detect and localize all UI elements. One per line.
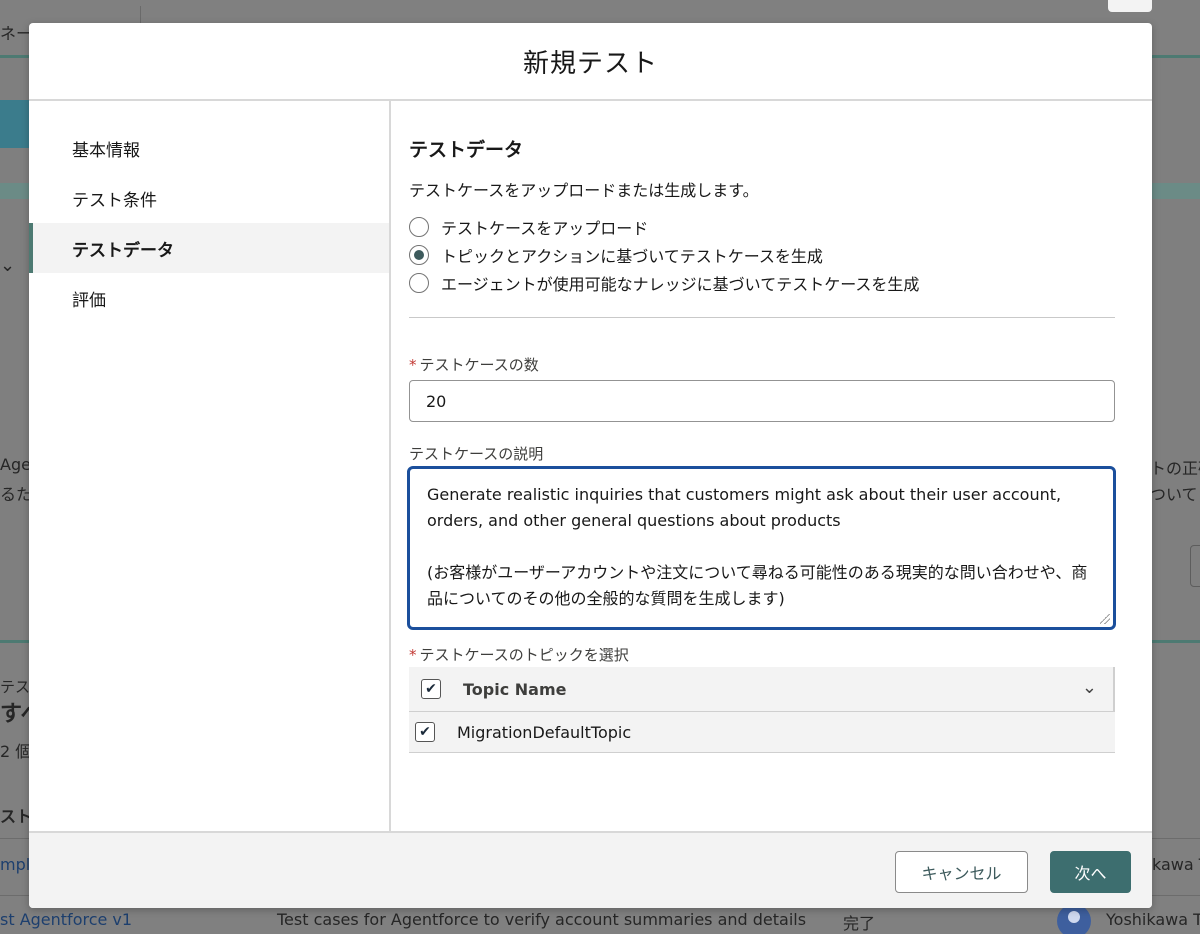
column-header-topic-name: Topic Name bbox=[463, 679, 567, 699]
chevron-down-icon[interactable]: ⌄ bbox=[1082, 677, 1097, 698]
next-button[interactable]: 次へ bbox=[1050, 851, 1131, 893]
section-description: テストケースをアップロードまたは生成します。 bbox=[409, 181, 759, 200]
step-sidebar: 基本情報 テスト条件 テストデータ 評価 bbox=[29, 101, 391, 831]
radio-label: トピックとアクションに基づいてテストケースを生成 bbox=[441, 247, 823, 266]
radio-upload-test-cases[interactable]: テストケースをアップロード bbox=[409, 213, 919, 241]
nav-item-label: テスト条件 bbox=[72, 190, 157, 211]
avatar bbox=[1057, 904, 1091, 934]
radio-label: テストケースをアップロード bbox=[441, 219, 649, 238]
modal-title: 新規テスト bbox=[522, 48, 658, 79]
field-label-text: テストケースのトピックを選択 bbox=[419, 646, 629, 664]
generation-method-radio-group: テストケースをアップロード トピックとアクションに基づいてテストケースを生成 エ… bbox=[409, 213, 919, 297]
topic-table-header: ✔ Topic Name ⌄ bbox=[409, 667, 1115, 711]
radio-label: エージェントが使用可能なナレッジに基づいてテストケースを生成 bbox=[441, 275, 920, 294]
table-row: ✔ MigrationDefaultTopic bbox=[409, 711, 1115, 753]
background-text: スト bbox=[0, 807, 33, 826]
modal-header: 新規テスト bbox=[29, 23, 1152, 101]
test-case-description-textarea[interactable]: Generate realistic inquiries that custom… bbox=[407, 466, 1116, 630]
input-value: 20 bbox=[426, 391, 447, 411]
radio-button-checked[interactable] bbox=[409, 245, 429, 265]
cancel-button[interactable]: キャンセル bbox=[895, 851, 1028, 893]
background-button bbox=[1190, 545, 1200, 587]
radio-generate-from-topics[interactable]: トピックとアクションに基づいてテストケースを生成 bbox=[409, 241, 919, 269]
nav-item-evaluation[interactable]: 評価 bbox=[29, 273, 389, 323]
topic-select-label: * テストケースのトピックを選択 bbox=[409, 644, 629, 665]
background-text: るた bbox=[0, 485, 33, 504]
select-all-checkbox[interactable]: ✔ bbox=[421, 679, 441, 699]
nav-item-test-conditions[interactable]: テスト条件 bbox=[29, 173, 389, 223]
background-row-description: Test cases for Agentforce to verify acco… bbox=[277, 910, 807, 929]
radio-generate-from-knowledge[interactable]: エージェントが使用可能なナレッジに基づいてテストケースを生成 bbox=[409, 269, 919, 297]
field-label-text: テストケースの数 bbox=[419, 356, 539, 374]
required-mark: * bbox=[409, 356, 417, 374]
background-owner: kawa T bbox=[1152, 855, 1200, 874]
nav-item-label: 基本情報 bbox=[72, 140, 140, 161]
background-text: ついて bbox=[1150, 485, 1198, 504]
background-expand-icon bbox=[1108, 0, 1152, 12]
background-flask-icon bbox=[0, 100, 30, 148]
test-case-description-label: テストケースの説明 bbox=[409, 445, 544, 463]
background-tab-fragment: ネー bbox=[0, 24, 33, 43]
radio-button[interactable] bbox=[409, 217, 429, 237]
new-test-modal: 新規テスト 基本情報 テスト条件 テストデータ 評価 テストデータ テストケース… bbox=[29, 23, 1152, 908]
background-owner: Yoshikawa T bbox=[1106, 910, 1200, 929]
row-checkbox[interactable]: ✔ bbox=[415, 722, 435, 742]
test-case-count-label: * テストケースの数 bbox=[409, 354, 539, 375]
background-chevron-icon: ⌄ bbox=[0, 255, 16, 276]
topic-name-cell: MigrationDefaultTopic bbox=[457, 722, 632, 742]
required-mark: * bbox=[409, 646, 417, 664]
background-text: 2 個 bbox=[0, 742, 32, 761]
nav-item-label: 評価 bbox=[72, 290, 106, 311]
section-heading: テストデータ bbox=[409, 139, 524, 161]
textarea-value: Generate realistic inquiries that custom… bbox=[427, 485, 1088, 608]
section-divider bbox=[409, 317, 1115, 318]
resize-handle-icon[interactable] bbox=[1100, 614, 1110, 624]
topic-table: ✔ Topic Name ⌄ ✔ MigrationDefaultTopic bbox=[409, 667, 1115, 753]
nav-item-test-data[interactable]: テストデータ bbox=[29, 223, 389, 273]
test-data-section: テストデータ テストケースをアップロードまたは生成します。 テストケースをアップ… bbox=[407, 101, 1116, 831]
modal-footer: キャンセル 次へ bbox=[29, 831, 1152, 908]
background-row-status: 完了 bbox=[843, 914, 876, 933]
background-text: トの正確 bbox=[1150, 459, 1200, 478]
radio-button[interactable] bbox=[409, 273, 429, 293]
test-case-count-input[interactable]: 20 bbox=[409, 380, 1115, 422]
background-text: テス bbox=[0, 678, 31, 696]
nav-item-basic-info[interactable]: 基本情報 bbox=[29, 123, 389, 173]
background-test-link: st Agentforce v1 bbox=[0, 910, 133, 929]
modal-body: 基本情報 テスト条件 テストデータ 評価 テストデータ テストケースをアップロー… bbox=[29, 101, 1152, 831]
nav-item-label: テストデータ bbox=[72, 240, 174, 261]
